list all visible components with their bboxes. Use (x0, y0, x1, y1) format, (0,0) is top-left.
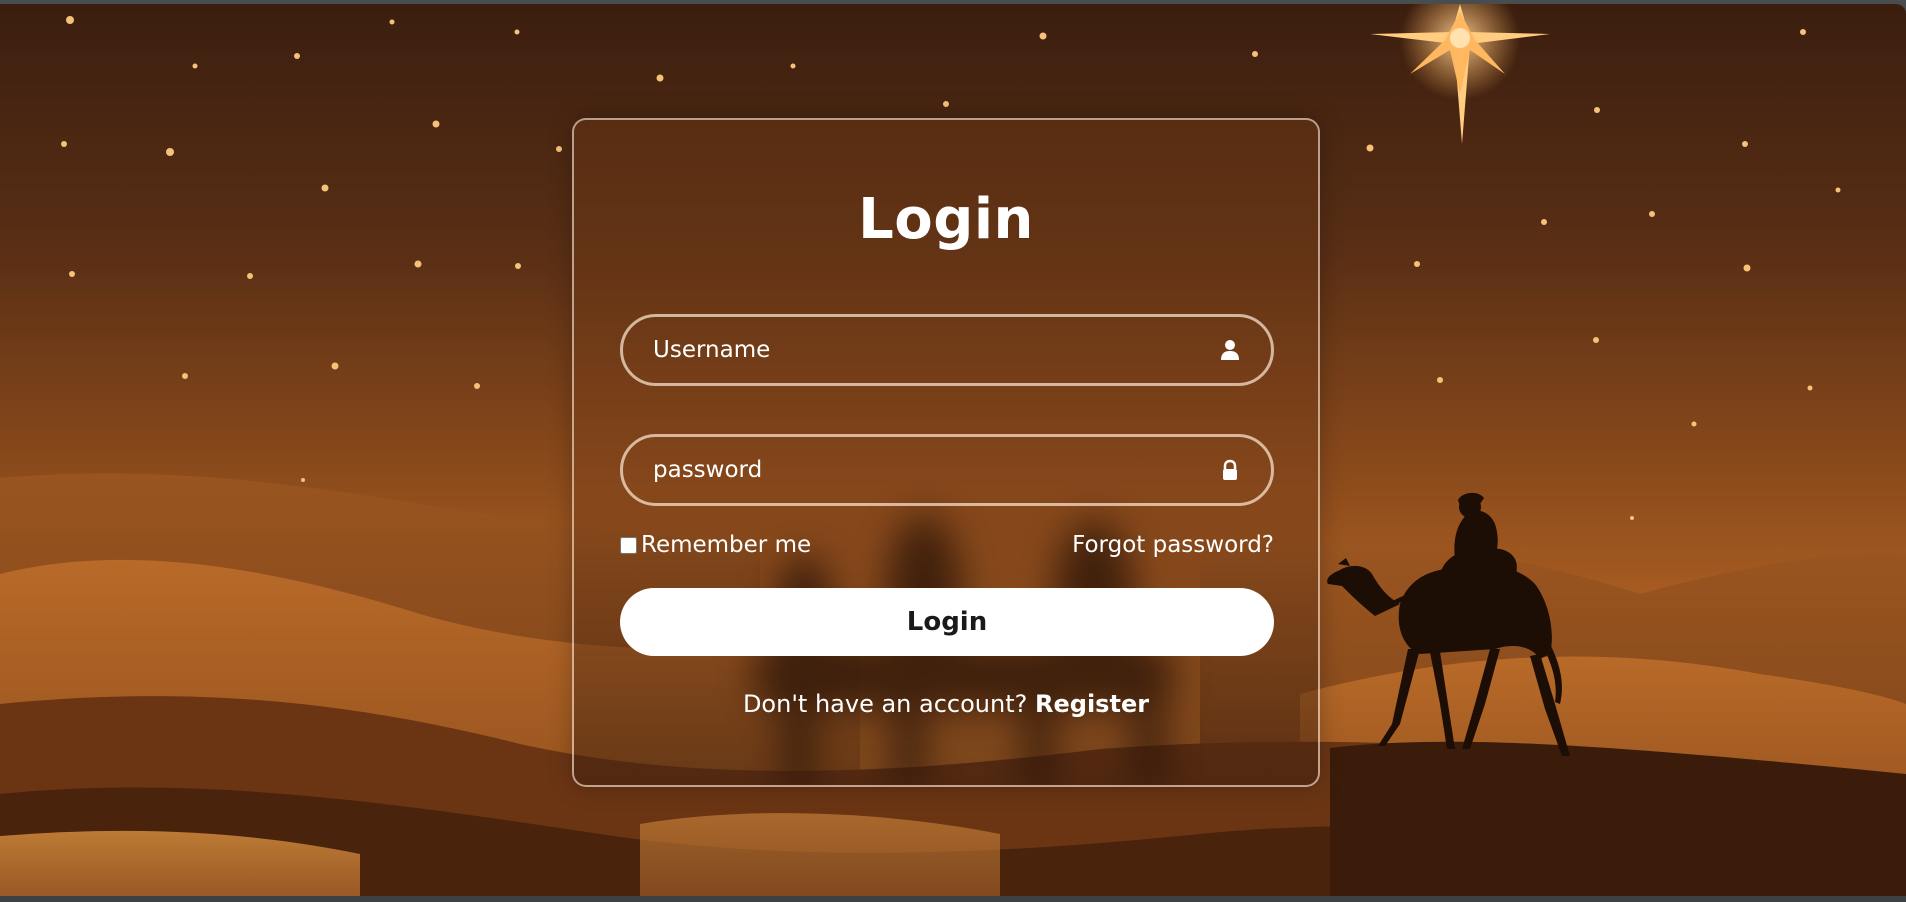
bright-star (1370, 4, 1550, 144)
password-field[interactable] (620, 434, 1274, 506)
lock-icon (1219, 459, 1241, 481)
options-row: Remember me Forgot password? (620, 532, 1274, 562)
register-prompt-line: Don't have an account? Register (574, 690, 1318, 718)
username-field[interactable] (620, 314, 1274, 386)
forgot-password-link[interactable]: Forgot password? (1072, 532, 1274, 558)
password-input[interactable] (653, 437, 1193, 503)
page-title: Login (858, 187, 1034, 252)
remember-checkbox[interactable] (620, 536, 637, 554)
login-button[interactable]: Login (620, 588, 1274, 656)
register-prompt: Don't have an account? (742, 690, 1028, 718)
desert-background: Login Username Remember me Forgot passwo… (0, 4, 1906, 896)
username-input[interactable] (653, 317, 1193, 383)
browser-viewport: Login Username Remember me Forgot passwo… (0, 0, 1906, 902)
remember-label: Remember me (641, 532, 812, 558)
window-bottom-edge (0, 896, 1906, 902)
register-link[interactable]: Register (1035, 690, 1149, 718)
remember-me[interactable]: Remember me (620, 532, 811, 558)
login-card: Login Username Remember me Forgot passwo… (572, 118, 1320, 787)
user-icon (1219, 339, 1241, 361)
